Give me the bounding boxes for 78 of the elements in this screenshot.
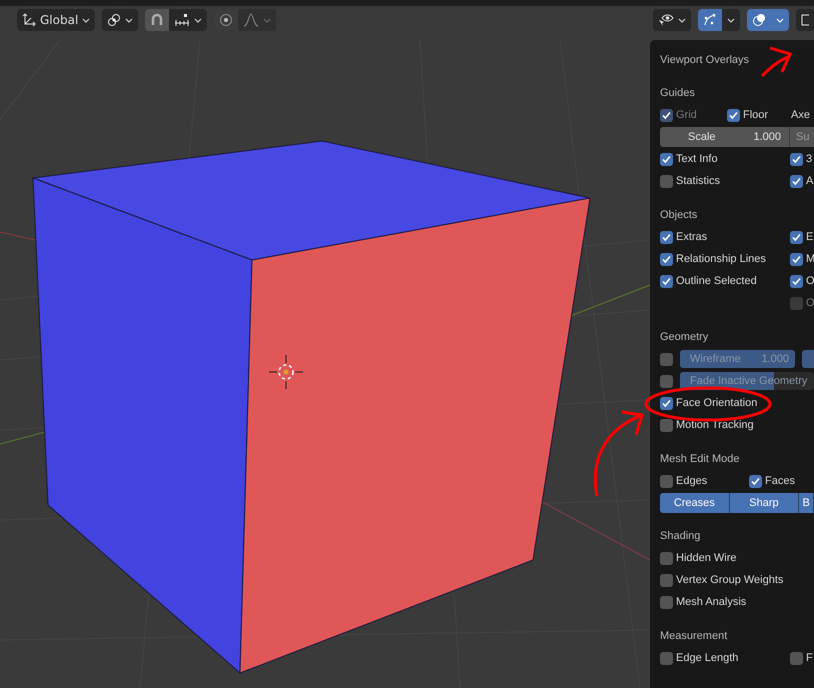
gizmo-toggle[interactable] <box>698 9 722 31</box>
axes-icon <box>22 13 36 27</box>
caret-icon <box>82 18 90 22</box>
caret-icon <box>776 18 784 22</box>
overlay-checkbox[interactable]: Extras <box>660 230 790 244</box>
scale-field[interactable]: Scale 1.000 <box>660 127 789 147</box>
checkbox[interactable] <box>660 352 673 366</box>
overlay-checkbox[interactable]: Face Orientation <box>660 396 790 410</box>
overlay-checkbox[interactable]: A <box>790 174 814 188</box>
caret-icon <box>263 18 272 22</box>
overlay-checkbox[interactable]: Outline Selected <box>660 274 790 288</box>
overlay-checkbox[interactable]: O <box>790 274 814 288</box>
overlay-checkbox[interactable]: Vertex Group Weights <box>660 574 790 586</box>
opacity-field[interactable] <box>802 350 814 368</box>
checkbox[interactable] <box>660 274 673 288</box>
checkbox[interactable] <box>660 396 673 410</box>
checkbox[interactable] <box>660 652 673 664</box>
checkbox[interactable] <box>790 174 803 188</box>
overlay-checkbox[interactable]: 3 <box>790 152 814 166</box>
section-heading: Objects <box>660 208 698 223</box>
gizmo-icon <box>703 13 717 27</box>
checkbox[interactable] <box>660 374 673 388</box>
checkbox[interactable] <box>790 152 803 166</box>
checkbox[interactable] <box>660 230 673 244</box>
link-icon <box>107 13 122 27</box>
overlays-toggle[interactable] <box>747 9 771 31</box>
falloff-dropdown[interactable] <box>238 9 276 31</box>
section-heading: Geometry <box>660 330 710 345</box>
section-heading: Shading <box>660 529 702 544</box>
popover-title: Viewport Overlays <box>660 53 750 68</box>
checkbox[interactable] <box>660 596 673 608</box>
checkbox[interactable] <box>790 252 803 266</box>
checkbox[interactable] <box>660 574 673 586</box>
checkbox[interactable] <box>727 108 740 122</box>
overlay-checkbox[interactable]: M <box>790 252 814 266</box>
overlay-checkbox[interactable]: Edge Length <box>660 652 790 664</box>
toggle-button[interactable]: Creases <box>660 493 730 513</box>
section-heading: Guides <box>660 86 696 101</box>
overlay-checkbox[interactable]: Hidden Wire <box>660 552 790 564</box>
snap-toggle[interactable] <box>145 9 170 31</box>
toggle-button[interactable]: B <box>799 493 814 513</box>
toggle-button[interactable]: Sharp <box>730 493 800 513</box>
checkbox[interactable] <box>660 152 673 166</box>
axes-label: Axe <box>791 109 810 121</box>
overlay-checkbox[interactable]: Mesh Analysis <box>660 596 790 608</box>
caret-icon <box>678 18 686 22</box>
overlay-checkbox[interactable]: Relationship Lines <box>660 252 790 266</box>
caret-icon <box>727 18 735 22</box>
section-heading: Mesh Edit Mode <box>660 452 740 467</box>
caret-icon <box>125 18 134 22</box>
cursor-icon <box>268 354 304 390</box>
overlay-checkbox[interactable]: Faces <box>749 474 814 488</box>
checkbox[interactable] <box>660 252 673 266</box>
overlay-checkbox[interactable]: Edges <box>660 474 749 488</box>
section-heading: Measurement <box>660 629 728 644</box>
overlay-checkbox[interactable]: F <box>790 652 814 664</box>
falloff-curve-icon <box>243 13 260 27</box>
eye-cursor-icon <box>658 13 674 27</box>
overlays-dropdown[interactable] <box>771 9 789 31</box>
overlay-checkbox[interactable]: Statistics <box>660 174 790 188</box>
checkbox[interactable] <box>660 174 673 188</box>
increment-icon <box>174 13 190 27</box>
checkbox[interactable] <box>790 274 803 288</box>
checkbox[interactable] <box>749 474 762 488</box>
checkbox[interactable] <box>660 474 673 488</box>
checkbox[interactable] <box>660 552 673 564</box>
magnet-icon <box>150 13 164 27</box>
circle-dot-icon <box>219 13 234 27</box>
overlay-checkbox[interactable]: Text Info <box>660 152 790 166</box>
annotation-arrow <box>760 46 792 78</box>
overlay-checkbox[interactable]: Floor <box>727 108 791 122</box>
checkbox[interactable] <box>790 230 803 244</box>
overlay-checkbox[interactable]: E <box>790 230 814 244</box>
checkbox[interactable] <box>660 418 673 432</box>
caret-icon <box>194 18 202 22</box>
overlay-checkbox[interactable]: Motion Tracking <box>660 418 790 432</box>
checkbox[interactable] <box>790 652 803 664</box>
overlapping-circles-icon <box>752 13 766 27</box>
